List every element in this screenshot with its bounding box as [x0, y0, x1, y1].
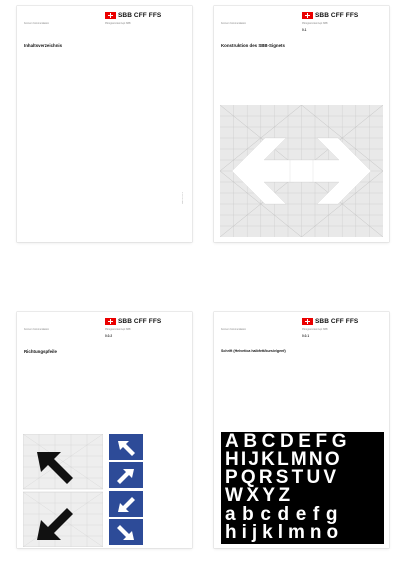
sbb-signet-icon — [302, 11, 313, 19]
header-left: Konzern Kommunikation — [221, 329, 247, 331]
side-text: SBB CFF FFS — [182, 192, 184, 205]
arrow-tiles — [109, 434, 147, 548]
arrow-tile — [109, 434, 143, 460]
page-title: Schrift (Helvetica halbfett/kursiv/genf) — [221, 349, 286, 353]
section-code: 0.0.1 — [302, 334, 310, 338]
specimen-line: WXYZ — [225, 485, 294, 506]
logo-text: SBB CFF FFS — [315, 11, 359, 19]
header-mid: Piktogrammkonzept SBB — [302, 329, 328, 331]
arrow-construction-grid — [23, 434, 103, 547]
font-specimen: ABCDEFG HIJKLMNO PQRSTUV WXYZ abcdefg hi… — [221, 431, 384, 544]
header-left: Konzern Kommunikation — [221, 23, 247, 25]
toc-column-left — [24, 63, 102, 75]
arrow-up-left-icon — [118, 441, 135, 456]
page-direction-arrows: SBB CFF FFS Konzern Kommunikation Piktog… — [17, 312, 192, 548]
header-mid: Piktogrammkonzept SBB — [105, 23, 131, 25]
logo-text: SBB CFF FFS — [315, 317, 359, 325]
logo-text: SBB CFF FFS — [118, 11, 162, 19]
arrow-down-left-icon — [118, 496, 135, 512]
sbb-logo: SBB CFF FFS — [105, 317, 161, 325]
page-title: Richtungspfeile — [24, 349, 57, 354]
specimen-line: hijklmno — [225, 522, 344, 543]
logo-text: SBB CFF FFS — [118, 317, 162, 325]
section-code: 0.1 — [302, 28, 307, 32]
arrow-up-right-icon — [117, 469, 134, 485]
signet-construction-drawing — [220, 105, 383, 237]
page-typeface: SBB CFF FFS Konzern Kommunikation Piktog… — [214, 312, 389, 548]
sbb-signet-icon — [105, 11, 116, 19]
toc-line — [24, 72, 102, 75]
sbb-signet-icon — [302, 317, 313, 325]
header-left: Konzern Kommunikation — [24, 23, 50, 25]
header-left: Konzern Kommunikation — [24, 329, 50, 331]
sbb-logo: SBB CFF FFS — [302, 11, 358, 19]
arrow-tile — [109, 490, 143, 517]
page-title: Inhaltsverzeichnis — [24, 43, 63, 48]
header-mid: Piktogrammkonzept SBB — [302, 23, 328, 25]
section-code: 0.0.2 — [105, 334, 113, 338]
arrow-tile — [109, 462, 143, 489]
arrow-tile — [109, 519, 143, 546]
page-title: Konstruktion des SBB-Signets — [221, 43, 285, 48]
sbb-signet-icon — [105, 317, 116, 325]
header-mid: Piktogrammkonzept SBB — [105, 329, 131, 331]
arrow-down-right-icon — [117, 525, 134, 541]
page-table-of-contents: SBB CFF FFS Konzern Kommunikation Piktog… — [17, 6, 192, 242]
page-signet-construction: SBB CFF FFS Konzern Kommunikation Piktog… — [214, 6, 389, 242]
sbb-logo: SBB CFF FFS — [302, 317, 358, 325]
sbb-logo: SBB CFF FFS — [105, 11, 161, 19]
